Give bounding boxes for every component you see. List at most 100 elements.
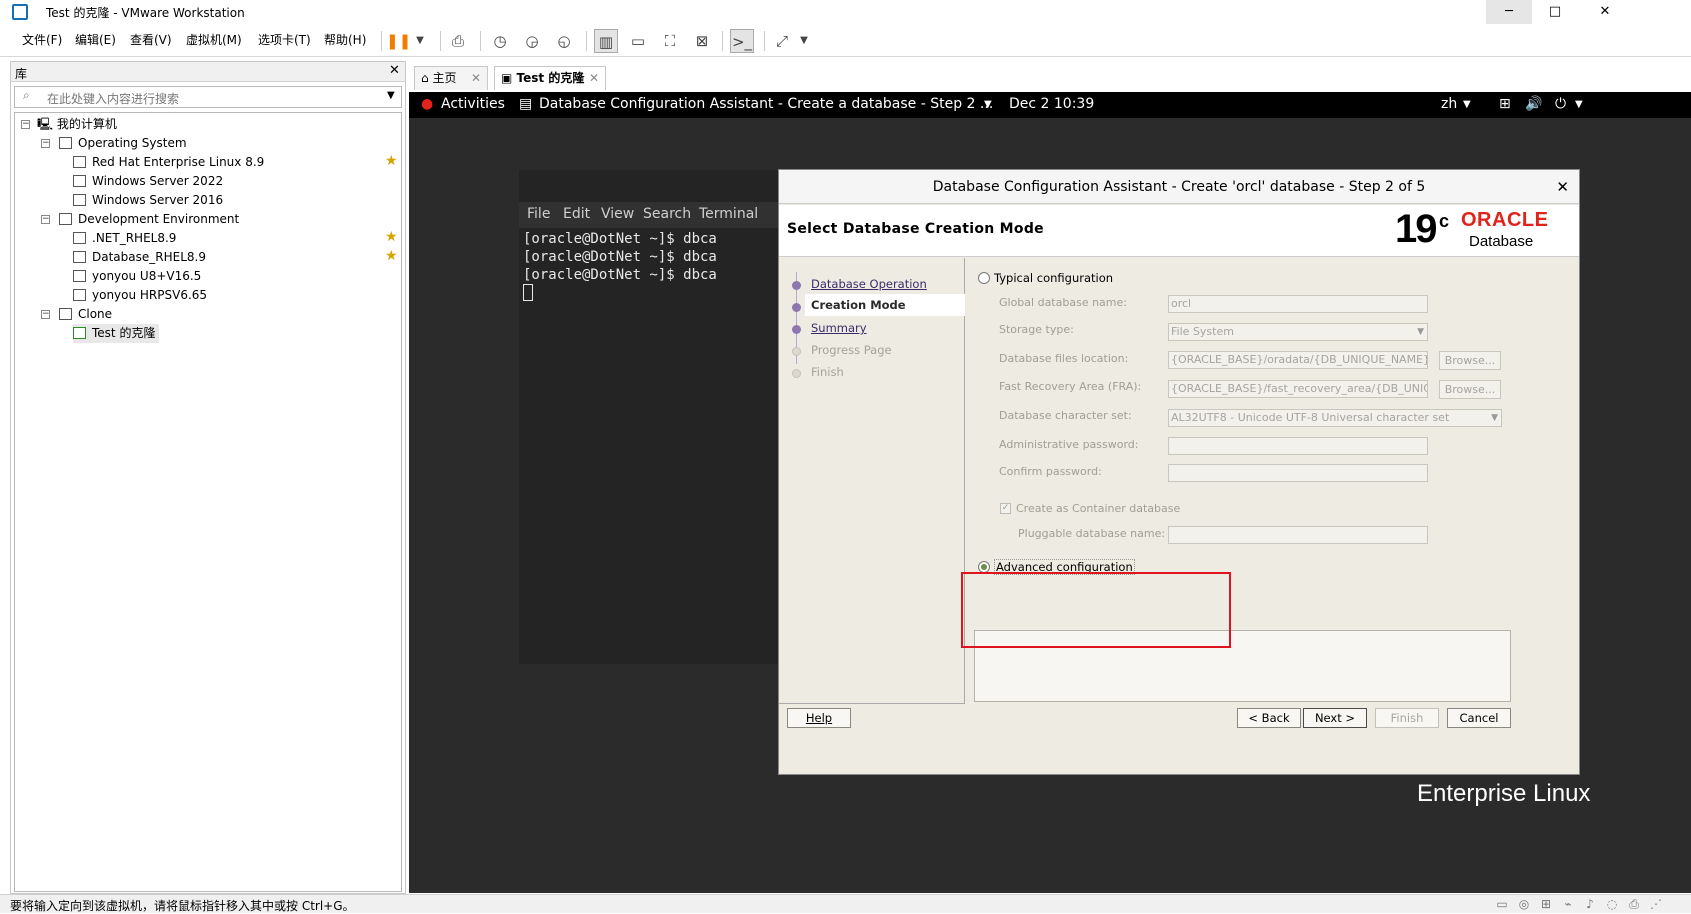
terminal-menu-terminal[interactable]: Terminal [699, 206, 758, 222]
next-button[interactable]: Next > [1303, 708, 1367, 728]
files-location-field[interactable]: {ORACLE_BASE}/oradata/{DB_UNIQUE_NAME} [1168, 351, 1428, 369]
snapshot-icon[interactable]: ◷ [488, 29, 512, 53]
menu-edit[interactable]: 编辑(E) [75, 31, 116, 48]
storage-type-select[interactable]: File System ▼ [1168, 323, 1428, 341]
snapshot-manager-icon[interactable]: ◵ [552, 29, 576, 53]
stretch-icon[interactable]: ⤢ [770, 29, 794, 53]
close-icon[interactable]: ✕ [589, 67, 599, 89]
steps-pane: Database Operation Creation Mode Summary… [779, 258, 965, 704]
container-db-checkbox[interactable]: ✓ [1000, 503, 1011, 514]
help-button[interactable]: Help [787, 708, 851, 728]
close-icon[interactable]: ✕ [471, 67, 481, 89]
console-icon[interactable]: >_ [730, 29, 754, 53]
terminal-menu-view[interactable]: View [601, 206, 634, 222]
menu-help[interactable]: 帮助(H) [324, 31, 366, 48]
collapse-icon[interactable]: − [21, 120, 30, 129]
collapse-icon[interactable]: − [41, 139, 50, 148]
close-button[interactable]: ✕ [1582, 0, 1628, 24]
oracle-logo-version: 19 [1395, 207, 1437, 251]
cancel-button[interactable]: Cancel [1447, 708, 1511, 728]
terminal-menu-file[interactable]: File [527, 206, 550, 222]
power-icon[interactable]: ⏻ [1555, 96, 1566, 112]
close-icon[interactable]: ✕ [389, 63, 400, 78]
chevron-down-icon[interactable]: ▼ [408, 29, 432, 53]
tree-group-clone[interactable]: − Clone [41, 305, 112, 324]
chevron-down-icon[interactable]: ▼ [387, 90, 395, 101]
library-search[interactable]: ⌕ 在此处键入内容进行搜索 ▼ [14, 86, 402, 108]
oracle-logo-product: Database [1469, 233, 1534, 250]
chevron-down-icon[interactable]: ▼ [984, 99, 992, 110]
maximize-button[interactable]: □ [1532, 0, 1578, 24]
menu-vm[interactable]: 虚拟机(M) [186, 31, 242, 48]
unity-icon[interactable]: ⊠ [690, 29, 714, 53]
tree-item[interactable]: .NET_RHEL8.9 [73, 229, 176, 248]
network-adapter-icon[interactable]: ⊞ [1538, 897, 1554, 911]
fra-field[interactable]: {ORACLE_BASE}/fast_recovery_area/{DB_UNI… [1168, 380, 1428, 398]
pause-icon[interactable]: ❚❚ [386, 29, 411, 53]
close-icon[interactable]: ✕ [1556, 170, 1569, 204]
tree-group-operating-system[interactable]: − Operating System [41, 134, 187, 153]
resize-grip-icon[interactable]: ⋰ [1648, 897, 1664, 911]
volume-icon[interactable]: 🔊 [1525, 96, 1542, 112]
chevron-down-icon: ▼ [1491, 413, 1498, 423]
tab-vm[interactable]: ▣ Test 的克隆 ✕ [494, 66, 606, 90]
back-button[interactable]: < Back [1237, 708, 1301, 728]
menu-tabs[interactable]: 选项卡(T) [258, 31, 311, 48]
thumbnail-icon[interactable]: ▭ [626, 29, 650, 53]
collapse-icon[interactable]: − [41, 310, 50, 319]
revert-snapshot-icon[interactable]: ◶ [520, 29, 544, 53]
terminal-line: [oracle@DotNet ~]$ dbca [523, 267, 717, 283]
global-name-field[interactable]: orcl [1168, 295, 1428, 313]
chevron-down-icon[interactable]: ▼ [1575, 99, 1583, 110]
language-indicator[interactable]: zh [1441, 96, 1457, 112]
browse-fra-button[interactable]: Browse... [1439, 380, 1501, 399]
folder-icon [59, 213, 72, 225]
chevron-down-icon[interactable]: ▼ [792, 29, 816, 53]
step-database-operation[interactable]: Database Operation [811, 277, 927, 291]
tree-item[interactable]: yonyou HRPSV6.65 [73, 286, 207, 305]
send-keys-icon[interactable]: ⎙ [446, 29, 470, 53]
vm-icon [73, 232, 86, 244]
typical-config-label[interactable]: Typical configuration [994, 271, 1113, 285]
terminal-menu-search[interactable]: Search [643, 206, 691, 222]
tree-item[interactable]: yonyou U8+V16.5 [73, 267, 201, 286]
hard-disk-icon[interactable]: ▭ [1494, 897, 1510, 911]
app-menu[interactable]: Database Configuration Assistant - Creat… [539, 96, 993, 112]
typical-config-radio[interactable] [978, 272, 990, 284]
confirm-password-field[interactable] [1168, 464, 1428, 482]
terminal-cursor [523, 284, 533, 301]
vm-icon [73, 251, 86, 263]
vm-console[interactable]: ● Activities ▤ Database Configuration As… [409, 92, 1691, 893]
show-library-icon[interactable]: ▥ [594, 29, 618, 53]
minimize-button[interactable]: ─ [1486, 0, 1532, 24]
tree-group-development[interactable]: − Development Environment [41, 210, 239, 229]
clock[interactable]: Dec 2 10:39 [1009, 96, 1094, 112]
fullscreen-icon[interactable]: ⛶ [658, 29, 682, 53]
cd-dvd-icon[interactable]: ◎ [1516, 897, 1532, 911]
collapse-icon[interactable]: − [41, 215, 50, 224]
chevron-down-icon[interactable]: ▼ [1463, 99, 1471, 110]
browse-files-button[interactable]: Browse... [1439, 351, 1501, 370]
network-icon[interactable]: ⊞ [1499, 96, 1511, 112]
tree-item[interactable]: Red Hat Enterprise Linux 8.9 [73, 153, 264, 172]
tab-home[interactable]: ⌂ 主页 ✕ [414, 66, 488, 90]
step-finish: Finish [811, 365, 844, 379]
admin-password-field[interactable] [1168, 437, 1428, 455]
terminal-menu-edit[interactable]: Edit [563, 206, 590, 222]
printer-icon[interactable]: ⎙ [1626, 897, 1642, 911]
pdb-name-field[interactable] [1168, 526, 1428, 544]
menu-file[interactable]: 文件(F) [22, 31, 62, 48]
tree-root[interactable]: − 🖳 我的计算机 [21, 115, 117, 134]
library-title: 库 [15, 67, 28, 81]
tree-item[interactable]: Database_RHEL8.9 [73, 248, 206, 267]
activities-button[interactable]: Activities [441, 96, 505, 112]
sound-icon[interactable]: ♪ [1582, 897, 1598, 911]
tree-item-selected[interactable]: Test 的克隆 [73, 324, 160, 343]
display-icon[interactable]: ◌ [1604, 897, 1620, 911]
tree-item[interactable]: Windows Server 2022 [73, 172, 223, 191]
step-summary[interactable]: Summary [811, 321, 867, 335]
usb-icon[interactable]: ⌁ [1560, 897, 1576, 911]
menu-view[interactable]: 查看(V) [130, 31, 172, 48]
charset-select[interactable]: AL32UTF8 - Unicode UTF-8 Universal chara… [1168, 409, 1502, 427]
tree-item[interactable]: Windows Server 2016 [73, 191, 223, 210]
